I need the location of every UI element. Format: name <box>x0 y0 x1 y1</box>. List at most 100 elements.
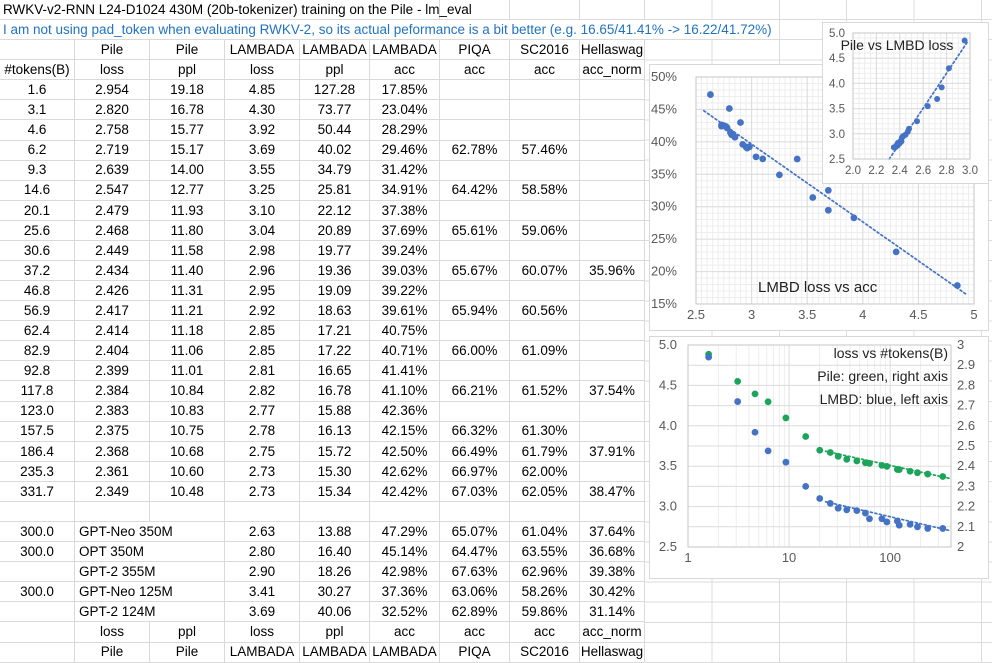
table-cell[interactable]: 2.414 <box>75 321 150 341</box>
table-cell[interactable]: 10.75 <box>150 422 225 442</box>
footer-cell[interactable]: LAMBADA <box>370 643 440 663</box>
header-cell[interactable]: acc_norm <box>580 60 645 80</box>
header-cell[interactable]: Hellaswag <box>580 40 645 60</box>
table-cell[interactable]: 117.8 <box>0 381 75 401</box>
table-cell[interactable]: 30.42% <box>580 582 645 602</box>
footer-cell[interactable]: ppl <box>300 622 370 642</box>
table-cell[interactable]: 40.75% <box>370 321 440 341</box>
table-cell[interactable]: 61.52% <box>510 381 580 401</box>
table-cell[interactable]: 67.03% <box>440 482 510 502</box>
table-cell[interactable]: 25.81 <box>300 181 370 201</box>
table-cell[interactable]: 19.18 <box>150 80 225 100</box>
table-cell[interactable]: 46.8 <box>0 281 75 301</box>
table-cell[interactable] <box>580 321 645 341</box>
table-cell[interactable]: 59.86% <box>510 602 580 622</box>
table-cell[interactable]: 22.12 <box>300 201 370 221</box>
table-cell[interactable]: 42.62% <box>370 462 440 482</box>
table-cell[interactable] <box>440 321 510 341</box>
header-cell[interactable]: Pile <box>75 40 150 60</box>
table-cell[interactable]: 11.18 <box>150 321 225 341</box>
table-cell[interactable]: 13.88 <box>300 522 370 542</box>
table-cell[interactable]: 61.30% <box>510 422 580 442</box>
table-cell[interactable]: 14.00 <box>150 161 225 181</box>
table-cell[interactable]: 11.06 <box>150 341 225 361</box>
table-cell[interactable] <box>580 161 645 181</box>
table-cell[interactable]: 3.1 <box>0 100 75 120</box>
table-cell[interactable]: 2.80 <box>225 542 300 562</box>
table-cell[interactable]: 65.94% <box>440 301 510 321</box>
table-cell[interactable]: 2.90 <box>225 562 300 582</box>
table-cell[interactable]: 2.384 <box>75 381 150 401</box>
table-cell[interactable]: 15.30 <box>300 462 370 482</box>
table-cell[interactable]: 18.63 <box>300 301 370 321</box>
table-cell[interactable] <box>510 321 580 341</box>
table-cell[interactable]: 42.36% <box>370 402 440 422</box>
table-cell[interactable]: 32.52% <box>370 602 440 622</box>
table-cell[interactable]: 61.09% <box>510 341 580 361</box>
table-cell[interactable]: 82.9 <box>0 341 75 361</box>
table-cell[interactable] <box>580 502 645 522</box>
footer-cell[interactable]: loss <box>75 622 150 642</box>
table-cell[interactable]: 40.06 <box>300 602 370 622</box>
table-cell[interactable]: 2.375 <box>75 422 150 442</box>
table-cell[interactable]: 61.79% <box>510 442 580 462</box>
table-cell[interactable] <box>440 100 510 120</box>
table-cell[interactable]: 2.719 <box>75 141 150 161</box>
table-cell[interactable] <box>75 502 150 522</box>
table-cell[interactable]: 37.91% <box>580 442 645 462</box>
table-cell[interactable]: 2.73 <box>225 462 300 482</box>
table-cell[interactable]: 2.820 <box>75 100 150 120</box>
table-cell[interactable] <box>580 120 645 140</box>
table-cell[interactable]: 300.0 <box>0 522 75 542</box>
table-cell[interactable]: 31.14% <box>580 602 645 622</box>
table-cell[interactable]: 2.404 <box>75 341 150 361</box>
table-cell[interactable]: 62.96% <box>510 562 580 582</box>
table-cell[interactable]: 20.89 <box>300 221 370 241</box>
table-cell[interactable]: 15.34 <box>300 482 370 502</box>
header-cell[interactable]: SC2016 <box>510 40 580 60</box>
table-cell[interactable]: 37.38% <box>370 201 440 221</box>
table-cell[interactable] <box>580 181 645 201</box>
table-cell[interactable]: 4.85 <box>225 80 300 100</box>
table-cell[interactable] <box>580 100 645 120</box>
table-cell[interactable]: 3.04 <box>225 221 300 241</box>
table-cell[interactable]: 58.26% <box>510 582 580 602</box>
table-cell[interactable]: 3.25 <box>225 181 300 201</box>
table-cell[interactable]: 10.68 <box>150 442 225 462</box>
model-name-cell[interactable]: GPT-Neo 125M <box>75 582 225 602</box>
table-cell[interactable]: 11.93 <box>150 201 225 221</box>
table-cell[interactable]: 2.399 <box>75 361 150 381</box>
table-cell[interactable] <box>440 402 510 422</box>
footer-cell[interactable]: Pile <box>150 643 225 663</box>
table-cell[interactable] <box>580 301 645 321</box>
footer-cell[interactable] <box>0 622 75 642</box>
table-cell[interactable] <box>440 201 510 221</box>
table-cell[interactable]: 3.41 <box>225 582 300 602</box>
table-cell[interactable]: 16.13 <box>300 422 370 442</box>
header-cell[interactable]: Pile <box>150 40 225 60</box>
table-cell[interactable] <box>510 161 580 181</box>
table-cell[interactable]: 36.68% <box>580 542 645 562</box>
table-cell[interactable]: 127.28 <box>300 80 370 100</box>
table-cell[interactable]: 73.77 <box>300 100 370 120</box>
table-cell[interactable]: 11.40 <box>150 261 225 281</box>
table-cell[interactable]: 30.6 <box>0 241 75 261</box>
table-cell[interactable]: 2.426 <box>75 281 150 301</box>
table-cell[interactable]: 67.63% <box>440 562 510 582</box>
footer-cell[interactable] <box>0 643 75 663</box>
table-cell[interactable]: 2.449 <box>75 241 150 261</box>
table-cell[interactable] <box>0 562 75 582</box>
table-cell[interactable]: 3.92 <box>225 120 300 140</box>
table-cell[interactable]: 37.2 <box>0 261 75 281</box>
table-cell[interactable]: 2.417 <box>75 301 150 321</box>
model-name-cell[interactable]: OPT 350M <box>75 542 225 562</box>
footer-cell[interactable]: Hellaswag <box>580 643 645 663</box>
table-cell[interactable] <box>580 402 645 422</box>
table-cell[interactable] <box>580 462 645 482</box>
table-cell[interactable]: 50.44 <box>300 120 370 140</box>
table-cell[interactable]: 64.47% <box>440 542 510 562</box>
table-cell[interactable]: 38.47% <box>580 482 645 502</box>
table-cell[interactable]: 2.434 <box>75 261 150 281</box>
table-cell[interactable]: 42.98% <box>370 562 440 582</box>
table-cell[interactable]: 2.98 <box>225 241 300 261</box>
